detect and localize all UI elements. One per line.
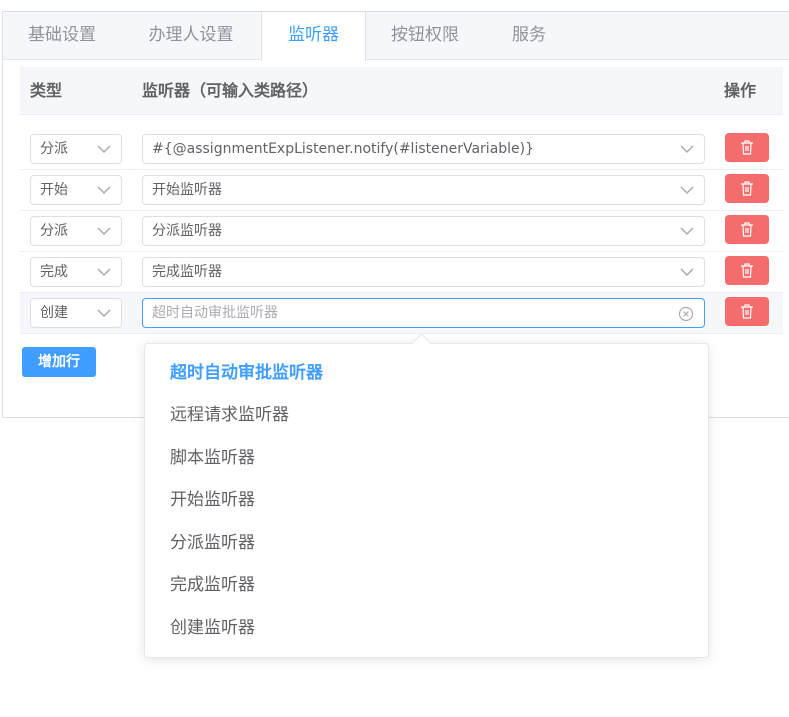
listener-select-placeholder: 超时自动审批监听器 <box>152 305 278 321</box>
listener-select[interactable]: #{@assignmentExpListener.notify(#listene… <box>142 134 705 164</box>
trash-icon <box>741 304 753 319</box>
tab-services[interactable]: 服务 <box>484 12 574 60</box>
listener-select[interactable]: 完成监听器 <box>142 257 705 287</box>
dropdown-option[interactable]: 完成监听器 <box>170 564 255 606</box>
table-row: 分派 #{@assignmentExpListener.notify(#list… <box>20 129 783 170</box>
chevron-down-icon <box>680 186 694 195</box>
trash-icon <box>741 222 753 237</box>
circle-close-icon[interactable] <box>678 306 694 322</box>
type-select[interactable]: 创建 <box>30 298 122 328</box>
delete-row-button[interactable] <box>725 297 769 326</box>
tab-listeners[interactable]: 监听器 <box>261 12 366 61</box>
chevron-down-icon <box>97 309 111 318</box>
chevron-down-icon <box>97 268 111 277</box>
tab-bar: 基础设置 办理人设置 监听器 按钮权限 服务 <box>3 12 789 61</box>
table-row: 创建 超时自动审批监听器 <box>20 293 783 334</box>
listener-select-value: 分派监听器 <box>152 223 222 239</box>
chevron-down-icon <box>97 145 111 154</box>
dropdown-option[interactable]: 远程请求监听器 <box>170 394 289 436</box>
table-row: 完成 完成监听器 <box>20 252 783 293</box>
type-select[interactable]: 分派 <box>30 216 122 246</box>
tab-handler-settings[interactable]: 办理人设置 <box>121 12 261 60</box>
column-header-listener: 监听器（可输入类路径） <box>142 81 319 100</box>
type-select-value: 开始 <box>40 182 68 198</box>
listener-select[interactable]: 超时自动审批监听器 <box>142 298 705 328</box>
type-select[interactable]: 分派 <box>30 134 122 164</box>
delete-row-button[interactable] <box>725 174 769 203</box>
dropdown-option[interactable]: 超时自动审批监听器 <box>170 352 323 394</box>
tab-button-permissions[interactable]: 按钮权限 <box>366 12 484 60</box>
delete-row-button[interactable] <box>725 133 769 162</box>
table-row: 分派 分派监听器 <box>20 211 783 252</box>
chevron-down-icon <box>97 227 111 236</box>
type-select[interactable]: 完成 <box>30 257 122 287</box>
chevron-down-icon <box>680 227 694 236</box>
listener-select-value: #{@assignmentExpListener.notify(#listene… <box>152 141 535 157</box>
dropdown-option[interactable]: 脚本监听器 <box>170 437 255 479</box>
listener-select-value: 完成监听器 <box>152 264 222 280</box>
trash-icon <box>741 181 753 196</box>
delete-row-button[interactable] <box>725 215 769 244</box>
trash-icon <box>741 140 753 155</box>
table-row: 开始 开始监听器 <box>20 170 783 211</box>
dropdown-option[interactable]: 开始监听器 <box>170 479 255 521</box>
listener-select-value: 开始监听器 <box>152 182 222 198</box>
listener-dropdown: 超时自动审批监听器 远程请求监听器 脚本监听器 开始监听器 分派监听器 完成监听… <box>144 343 709 658</box>
type-select-value: 创建 <box>40 305 68 321</box>
trash-icon <box>741 263 753 278</box>
chevron-down-icon <box>680 268 694 277</box>
column-header-type: 类型 <box>30 81 63 100</box>
chevron-down-icon <box>97 186 111 195</box>
dropdown-option[interactable]: 分派监听器 <box>170 522 255 564</box>
listener-select[interactable]: 开始监听器 <box>142 175 705 205</box>
type-select-value: 分派 <box>40 141 68 157</box>
table-header: 类型 监听器（可输入类路径） 操作 <box>20 67 783 115</box>
delete-row-button[interactable] <box>725 256 769 285</box>
type-select[interactable]: 开始 <box>30 175 122 205</box>
dropdown-option[interactable]: 创建监听器 <box>170 607 255 649</box>
tab-basic-settings[interactable]: 基础设置 <box>3 12 121 60</box>
type-select-value: 分派 <box>40 223 68 239</box>
type-select-value: 完成 <box>40 264 68 280</box>
add-row-button[interactable]: 增加行 <box>22 347 96 377</box>
chevron-down-icon <box>680 145 694 154</box>
column-header-action: 操作 <box>724 81 757 100</box>
listener-select[interactable]: 分派监听器 <box>142 216 705 246</box>
